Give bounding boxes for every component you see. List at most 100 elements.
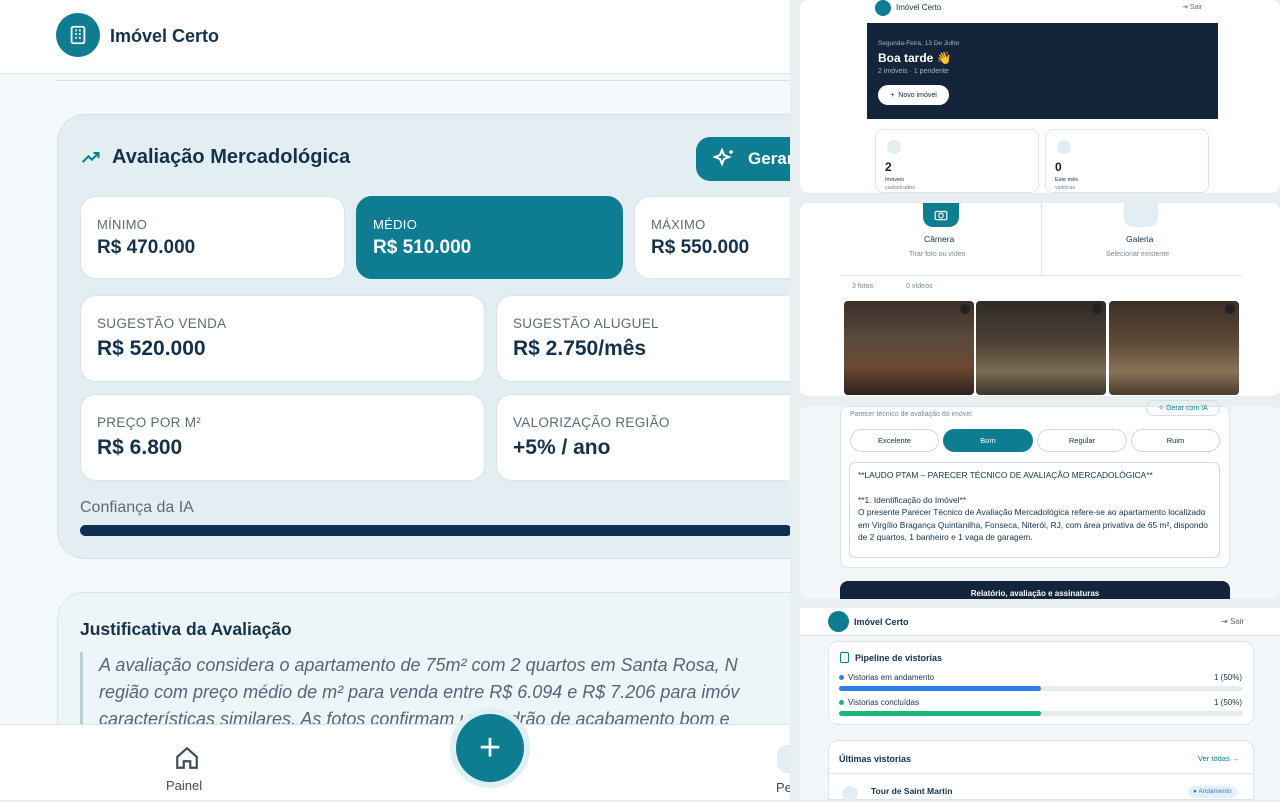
camera-icon[interactable] bbox=[923, 203, 959, 227]
row1-progress-fill bbox=[839, 686, 1041, 691]
trash-icon[interactable] bbox=[960, 304, 970, 314]
building-icon bbox=[887, 140, 901, 154]
growth-value: +5% / ano bbox=[513, 436, 611, 459]
stat2-sub: vistorias bbox=[1055, 185, 1076, 191]
ai-generate-button[interactable]: ✧ Gerar com IA bbox=[1146, 400, 1220, 416]
min-label: MÍNIMO bbox=[97, 217, 148, 232]
logout-link[interactable]: ⇥ Sair bbox=[1221, 617, 1244, 626]
mid-label: MÉDIO bbox=[373, 217, 418, 232]
stat-card-properties: 2 Imóveis cadastrados bbox=[875, 129, 1039, 193]
clipboard-icon bbox=[840, 652, 849, 663]
justification-line: região com preço médio de m² para venda … bbox=[99, 682, 740, 702]
camera-label[interactable]: Câmera bbox=[924, 234, 954, 244]
mid-value-box: MÉDIO R$ 510.000 bbox=[356, 196, 623, 279]
generate-button[interactable]: Gerar bbox=[696, 137, 790, 181]
row2-value: 1 (50%) bbox=[1214, 698, 1243, 707]
building-icon bbox=[56, 13, 100, 57]
camera-sub: Tirar foto ou vídeo bbox=[909, 251, 966, 258]
logout-label: Sair bbox=[1189, 4, 1203, 11]
row2-progress bbox=[839, 711, 1243, 716]
growth-label: VALORIZAÇÃO REGIÃO bbox=[513, 415, 670, 430]
trash-icon[interactable] bbox=[1225, 304, 1235, 314]
status-badge: ● Andamento bbox=[1188, 786, 1237, 798]
summary-text: 2 imóveis · 1 pendente bbox=[878, 68, 949, 75]
min-value-box: MÍNIMO R$ 470.000 bbox=[80, 196, 345, 279]
new-property-button[interactable]: + Novo imóvel bbox=[878, 85, 949, 105]
app-header: Imóvel Certo bbox=[0, 0, 790, 74]
sparkles-icon: ✧ bbox=[1158, 405, 1167, 412]
new-property-label: Novo imóvel bbox=[898, 91, 937, 99]
submit-report-label: Relatório, avaliação e assinaturas bbox=[970, 589, 1100, 598]
property-photo[interactable] bbox=[844, 301, 974, 395]
logout-link[interactable]: ⇥ Sair bbox=[1182, 3, 1202, 11]
home-icon[interactable] bbox=[174, 745, 200, 771]
sale-value: R$ 520.000 bbox=[97, 337, 206, 360]
min-value: R$ 470.000 bbox=[97, 237, 196, 258]
row2-progress-fill bbox=[839, 711, 1041, 716]
status-dot bbox=[839, 675, 844, 680]
building-icon bbox=[875, 0, 891, 16]
justification-text: A avaliação considera o apartamento de 7… bbox=[80, 652, 790, 732]
divider bbox=[828, 773, 1254, 774]
nav-profile-label[interactable]: Pe bbox=[776, 780, 790, 795]
recent-item-title[interactable]: Tour de Saint Martin bbox=[871, 786, 953, 796]
logout-label: Sair bbox=[1229, 617, 1245, 626]
brand-small: Imóvel Certo bbox=[896, 3, 942, 12]
property-photo[interactable] bbox=[1109, 301, 1239, 395]
sqm-value: R$ 6.800 bbox=[97, 436, 183, 459]
price-sqm-box: PREÇO POR M² R$ 6.800 bbox=[80, 394, 485, 481]
region-growth-box: VALORIZAÇÃO REGIÃO +5% / ano bbox=[496, 394, 790, 481]
condition-excelente[interactable]: Excelente bbox=[850, 429, 939, 452]
see-all-link[interactable]: Ver todas → bbox=[1198, 754, 1239, 763]
ai-generate-label: Gerar com IA bbox=[1166, 404, 1208, 412]
rent-label: SUGESTÃO ALUGUEL bbox=[513, 316, 659, 331]
condition-regular[interactable]: Regular bbox=[1037, 429, 1127, 452]
video-count: 0 vídeos bbox=[906, 283, 933, 290]
nav-home-label[interactable]: Painel bbox=[166, 778, 202, 793]
trash-icon[interactable] bbox=[1092, 304, 1102, 314]
add-fab-button[interactable]: + bbox=[456, 714, 524, 782]
gallery-label[interactable]: Galeria bbox=[1126, 234, 1153, 244]
mid-value: R$ 510.000 bbox=[373, 237, 472, 258]
row1-value: 1 (50%) bbox=[1214, 673, 1243, 682]
justification-title: Justificativa da Avaliação bbox=[80, 619, 292, 639]
plus-icon: + bbox=[478, 726, 502, 769]
report-textarea[interactable]: **LAUDO PTAM – PARECER TÉCNICO DE AVALIA… bbox=[849, 462, 1220, 558]
justification-line: A avaliação considera o apartamento de 7… bbox=[99, 655, 738, 675]
stat2-label: Este mês bbox=[1055, 177, 1078, 183]
bottom-nav: Painel Pe bbox=[0, 724, 790, 800]
valuation-title: Avaliação Mercadológica bbox=[112, 146, 351, 168]
date-text: Segunda-Feira, 13 De Julho bbox=[878, 40, 960, 47]
condition-ruim[interactable]: Ruim bbox=[1131, 429, 1220, 452]
submit-report-button[interactable]: Relatório, avaliação e assinaturas bbox=[840, 581, 1230, 599]
confidence-bar bbox=[80, 525, 790, 536]
profile-icon[interactable] bbox=[777, 745, 790, 773]
gallery-sub: Selecionar existente bbox=[1106, 251, 1170, 258]
trending-up-icon bbox=[81, 151, 100, 163]
row2-label: Vistorias concluídas bbox=[848, 698, 919, 707]
divider bbox=[1041, 203, 1042, 276]
calendar-icon bbox=[1057, 140, 1071, 154]
report-subtitle: Parecer técnico de avaliação do imóvel bbox=[850, 411, 972, 418]
property-photo[interactable] bbox=[976, 301, 1106, 395]
stat-card-month: 0 Este mês vistorias bbox=[1045, 129, 1209, 193]
stat1-value: 2 bbox=[885, 160, 892, 174]
valuation-screen: Imóvel Certo Avaliação Mercadológica Ger… bbox=[0, 0, 790, 800]
dashboard-panel: Imóvel Certo ⇥ Sair Segunda-Feira, 13 De… bbox=[800, 0, 1280, 193]
max-value-box: MÁXIMO R$ 550.000 bbox=[634, 196, 790, 279]
brand-small: Imóvel Certo bbox=[854, 617, 909, 627]
max-label: MÁXIMO bbox=[651, 217, 706, 232]
building-icon bbox=[828, 611, 849, 632]
condition-bom[interactable]: Bom bbox=[943, 429, 1033, 452]
row1-progress bbox=[839, 686, 1243, 691]
greeting-banner: Segunda-Feira, 13 De Julho Boa tarde 👋 2… bbox=[867, 23, 1218, 119]
divider bbox=[56, 80, 790, 81]
confidence-label: Confiança da IA bbox=[80, 499, 194, 516]
stat1-sub: cadastrados bbox=[885, 185, 915, 191]
row1-label: Vistorias em andamento bbox=[848, 673, 935, 682]
recent-title: Últimas vistorias bbox=[839, 754, 912, 764]
capture-options bbox=[840, 203, 1242, 276]
max-value: R$ 550.000 bbox=[651, 237, 750, 258]
rent-suggestion-box: SUGESTÃO ALUGUEL R$ 2.750/mês bbox=[496, 295, 790, 382]
gallery-icon[interactable] bbox=[1124, 203, 1158, 227]
